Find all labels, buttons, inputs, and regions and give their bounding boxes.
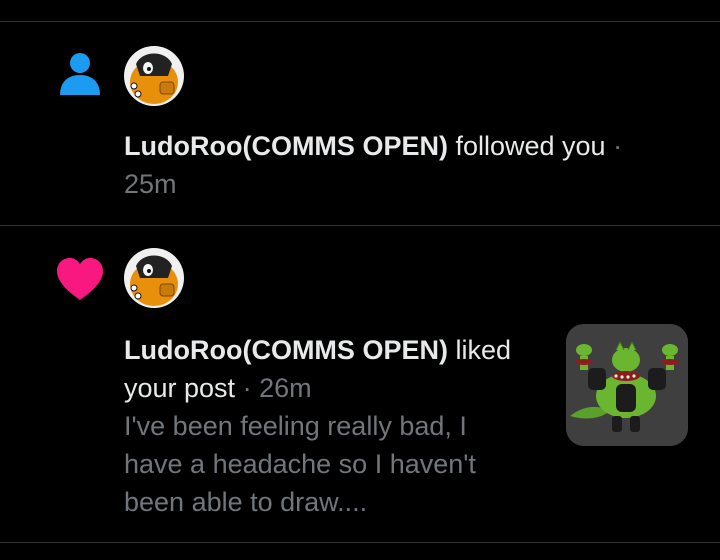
separator: · xyxy=(613,131,623,161)
post-preview-line: been able to draw.... xyxy=(124,487,368,517)
user-name[interactable]: LudoRoo(COMMS OPEN) xyxy=(124,131,448,161)
post-thumbnail[interactable] xyxy=(566,324,688,446)
timestamp: 26m xyxy=(259,373,312,403)
notification-like[interactable]: LudoRoo(COMMS OPEN) liked your post · 26… xyxy=(0,226,720,542)
post-preview-line: I've been feeling really bad, I xyxy=(124,411,467,441)
separator: · xyxy=(242,373,252,403)
heart-icon xyxy=(56,257,104,306)
avatar[interactable] xyxy=(124,248,184,308)
notification-text: LudoRoo(COMMS OPEN) followed you · 25m xyxy=(124,127,622,203)
timestamp: 25m xyxy=(124,169,177,199)
avatar[interactable] xyxy=(124,46,184,106)
post-preview-line: have a headache so I haven't xyxy=(124,449,476,479)
action-text: followed you xyxy=(455,131,606,161)
person-icon xyxy=(56,48,104,101)
action-text-continued: your post xyxy=(124,373,236,403)
notification-follow[interactable]: LudoRoo(COMMS OPEN) followed you · 25m xyxy=(0,22,720,225)
notification-text: LudoRoo(COMMS OPEN) liked your post · 26… xyxy=(124,331,544,521)
user-name[interactable]: LudoRoo(COMMS OPEN) xyxy=(124,335,448,365)
action-text: liked xyxy=(455,335,511,365)
bottom-divider xyxy=(0,542,720,543)
